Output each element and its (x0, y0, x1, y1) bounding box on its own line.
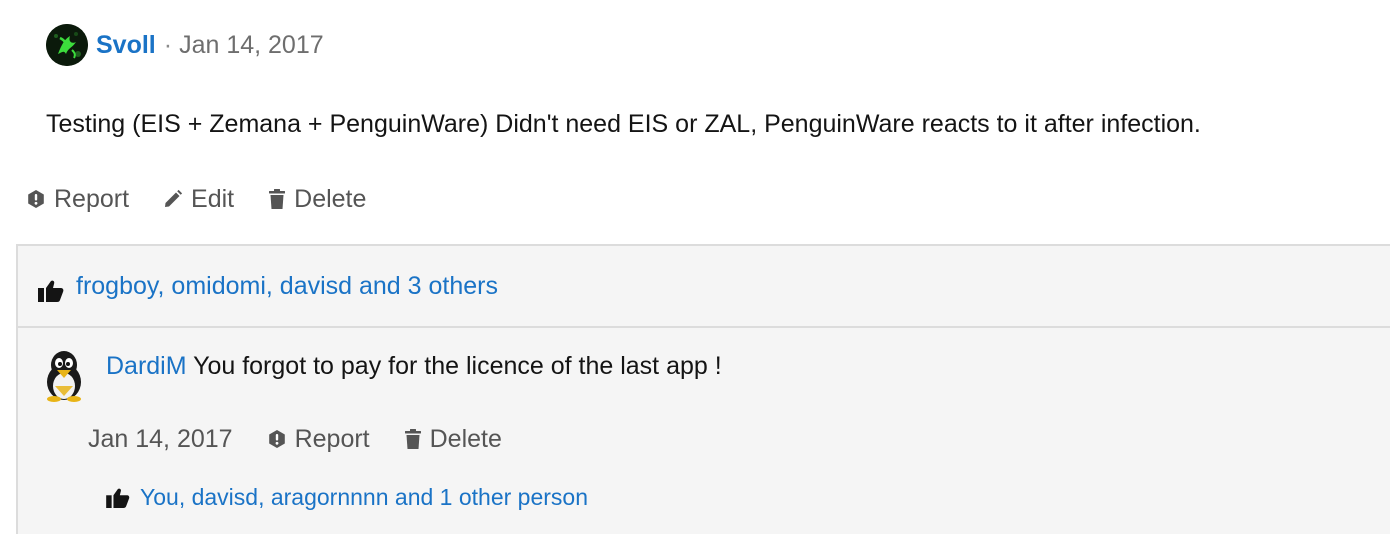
post-reactions-link[interactable]: frogboy, omidomi, davisd and 3 others (76, 272, 498, 301)
exclamation-circle-icon (28, 190, 44, 208)
thumbs-up-icon (38, 280, 64, 302)
report-label: Report (54, 184, 130, 213)
comment-reactions-row: You, davisd, aragornnnn and 1 other pers… (106, 484, 588, 511)
comment-report-label: Report (294, 424, 370, 453)
trash-icon (404, 429, 421, 449)
exclamation-circle-icon (268, 430, 285, 448)
comment-line: DardiM You forgot to pay for the licence… (106, 352, 722, 381)
delete-label: Delete (294, 184, 367, 213)
post-header: Svoll · Jan 14, 2017 (46, 24, 324, 66)
comment-delete-label: Delete (429, 424, 502, 453)
post-author-link[interactable]: Svoll (96, 31, 156, 60)
comment-delete-button[interactable]: Delete (404, 425, 502, 454)
svoll-avatar[interactable] (46, 24, 88, 66)
pencil-icon (165, 189, 183, 207)
post-reactions-row: frogboy, omidomi, davisd and 3 others (18, 246, 1390, 328)
comment-text: You forgot to pay for the licence of the… (193, 352, 722, 380)
comment-author-link[interactable]: DardiM (106, 352, 187, 380)
post-actions: Report Edit Delete (26, 182, 400, 216)
comment-reactions-link[interactable]: You, davisd, aragornnnn and 1 other pers… (140, 484, 588, 511)
report-button[interactable]: Report (26, 185, 129, 214)
comment-item: DardiM You forgot to pay for the licence… (18, 328, 1390, 534)
edit-label: Edit (191, 184, 235, 213)
header-separator: · (163, 30, 173, 59)
comments-panel: frogboy, omidomi, davisd and 3 others Da… (16, 244, 1390, 534)
comment-meta: Jan 14, 2017 Report Delete (88, 422, 536, 456)
post-body: Testing (EIS + Zemana + PenguinWare) Did… (46, 110, 1201, 138)
edit-button[interactable]: Edit (163, 185, 234, 214)
thumbs-up-icon (106, 488, 130, 508)
delete-button[interactable]: Delete (268, 185, 366, 214)
post-date[interactable]: Jan 14, 2017 (179, 31, 324, 60)
comment-date[interactable]: Jan 14, 2017 (88, 425, 233, 454)
dardim-avatar[interactable] (38, 348, 90, 402)
comment-report-button[interactable]: Report (267, 425, 370, 454)
trash-icon (269, 189, 286, 209)
